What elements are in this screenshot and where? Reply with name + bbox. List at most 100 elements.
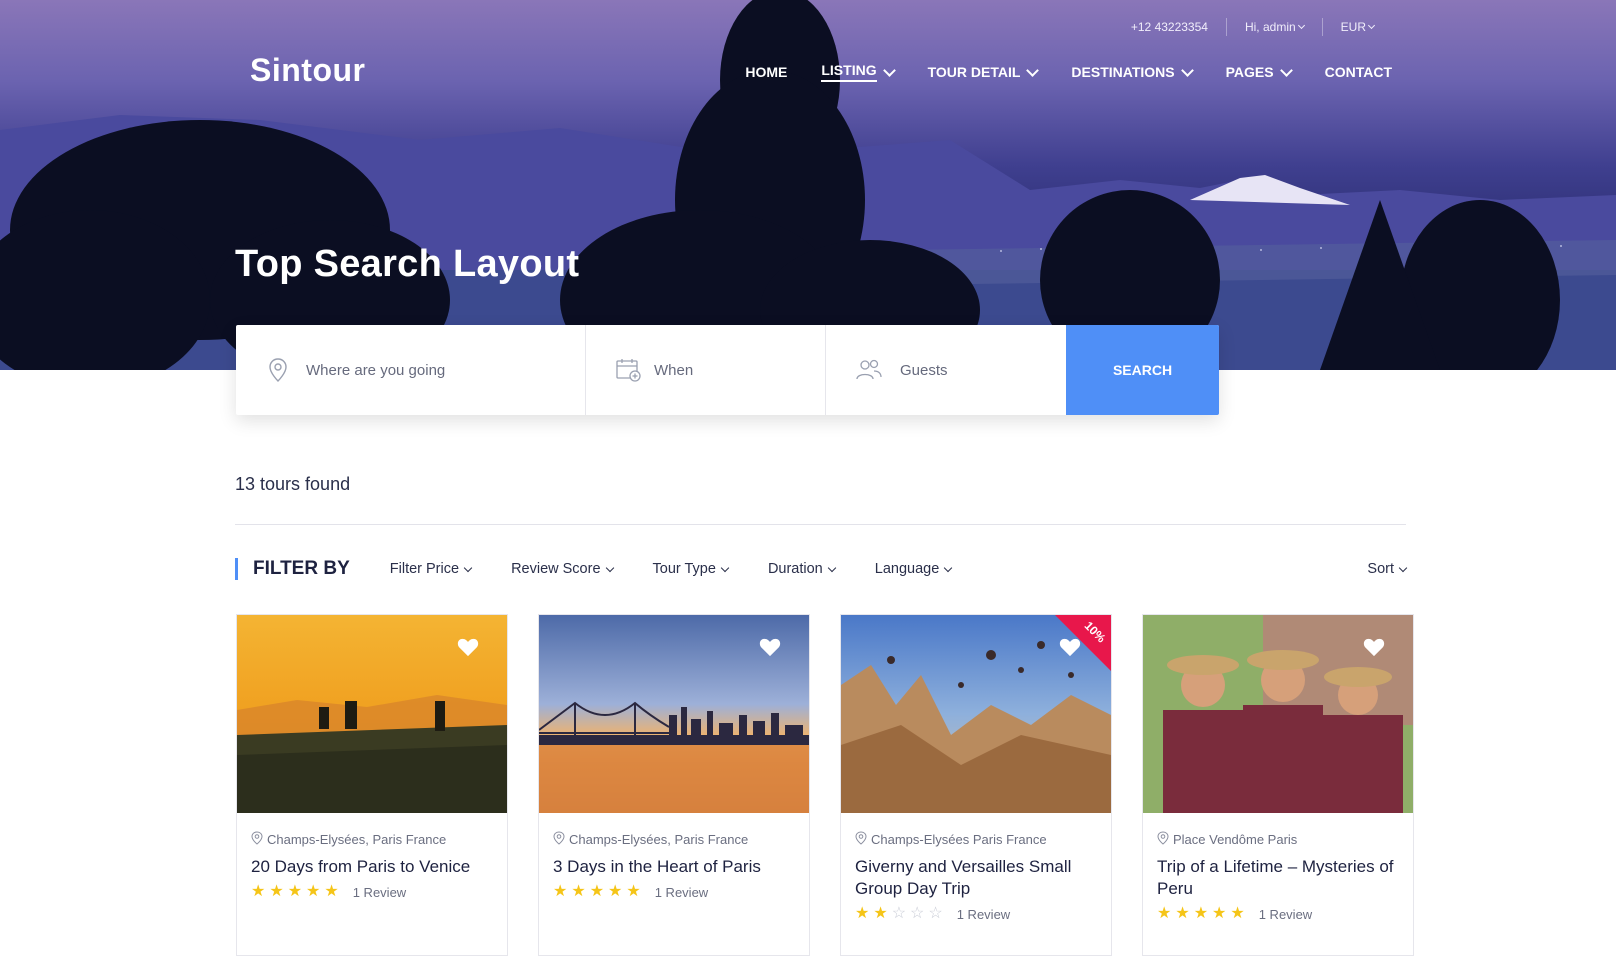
star-icon: ★ [589, 883, 605, 900]
destination-placeholder: Where are you going [306, 361, 446, 379]
star-icon: ★ [608, 883, 623, 900]
date-field[interactable]: When [586, 325, 826, 415]
map-pin-icon [1157, 831, 1169, 848]
chevron-down-icon [1026, 63, 1040, 77]
tour-location: Champs-Elysées, Paris France [553, 831, 809, 848]
star-rating: ★ ★ ☆ ☆ ☆ [855, 906, 943, 922]
tour-location: Champs-Elysées Paris France [855, 831, 1111, 848]
nav-contact[interactable]: CONTACT [1325, 62, 1392, 82]
star-icon: ★ [1157, 905, 1172, 922]
tour-image[interactable] [237, 615, 507, 813]
site-logo[interactable]: Sintour [250, 52, 365, 89]
nav-destinations[interactable]: DESTINATIONS [1071, 62, 1194, 82]
destination-field[interactable]: Where are you going [236, 325, 586, 415]
hero-banner: +12 43223354 Hi, admin EUR Sintour HOME … [0, 0, 1616, 370]
filter-price-dropdown[interactable]: Filter Price [390, 561, 473, 577]
star-icon: ★ [626, 883, 641, 900]
star-icon: ★ [287, 883, 303, 900]
chevron-down-icon [882, 63, 896, 77]
map-pin-icon [855, 831, 867, 848]
heart-icon[interactable] [457, 637, 479, 657]
review-count[interactable]: 1 Review [655, 885, 708, 900]
tour-title[interactable]: 20 Days from Paris to Venice [251, 856, 493, 878]
chevron-down-icon [827, 563, 836, 572]
tour-image[interactable] [539, 615, 809, 813]
tour-title[interactable]: 3 Days in the Heart of Paris [553, 856, 795, 878]
filter-review-score-dropdown[interactable]: Review Score [511, 561, 614, 577]
tour-rating: ★ ★ ☆ ☆ ☆ 1 Review [855, 906, 1111, 922]
phone-number[interactable]: +12 43223354 [1113, 20, 1226, 34]
chevron-down-icon [605, 563, 614, 572]
filter-tour-type-dropdown[interactable]: Tour Type [653, 561, 730, 577]
guests-field[interactable]: Guests [826, 325, 1066, 415]
tour-card[interactable]: Champs-Elysées, Paris France 3 Days in t… [538, 614, 810, 956]
date-placeholder: When [654, 361, 694, 379]
hero-background-image [0, 0, 1616, 370]
guests-placeholder: Guests [900, 361, 948, 379]
map-pin-icon [553, 831, 565, 848]
heart-icon[interactable] [1059, 637, 1081, 657]
filter-language-dropdown[interactable]: Language [875, 561, 953, 577]
tour-card[interactable]: Champs-Elysées, Paris France 20 Days fro… [236, 614, 508, 956]
tour-rating: ★ ★ ★ ★ ★ 1 Review [553, 884, 809, 900]
star-rating: ★ ★ ★ ★ ★ [1157, 906, 1245, 922]
search-bar: Where are you going When Guests SEARCH [236, 325, 1219, 415]
review-count[interactable]: 1 Review [1259, 907, 1312, 922]
nav-home[interactable]: HOME [745, 62, 787, 82]
map-pin-icon [268, 358, 288, 382]
chevron-down-icon [463, 563, 473, 572]
chevron-down-icon [1297, 21, 1305, 30]
users-icon [856, 359, 882, 381]
filter-duration-dropdown[interactable]: Duration [768, 561, 836, 577]
nav-listing[interactable]: LISTING [821, 62, 896, 82]
tour-image[interactable] [1143, 615, 1413, 813]
chevron-down-icon [1367, 21, 1376, 30]
tour-card-list: Champs-Elysées, Paris France 20 Days fro… [236, 614, 1414, 956]
map-pin-icon [251, 831, 263, 848]
user-menu[interactable]: Hi, admin [1227, 20, 1322, 34]
nav-pages[interactable]: PAGES [1226, 62, 1293, 82]
chevron-down-icon [1398, 563, 1408, 572]
currency-selector[interactable]: EUR [1323, 20, 1392, 34]
star-icon: ★ [1193, 905, 1209, 922]
star-icon: ☆ [910, 905, 925, 922]
search-button[interactable]: SEARCH [1066, 325, 1219, 415]
nav-tour-detail[interactable]: TOUR DETAIL [928, 62, 1040, 82]
star-icon: ☆ [928, 905, 943, 922]
tour-card[interactable]: 10% Champs-Elysées Paris France Giverny … [840, 614, 1112, 956]
tour-rating: ★ ★ ★ ★ ★ 1 Review [251, 884, 507, 900]
sort-dropdown[interactable]: Sort [1367, 561, 1408, 577]
filter-bar: FILTER BY Filter Price Review Score Tour… [235, 556, 1408, 582]
star-icon: ★ [571, 883, 586, 900]
filter-by-label: FILTER BY [235, 558, 350, 580]
tour-title[interactable]: Giverny and Versailles Small Group Day T… [855, 856, 1097, 900]
tour-image[interactable]: 10% [841, 615, 1111, 813]
star-icon: ☆ [891, 905, 907, 922]
star-icon: ★ [269, 883, 284, 900]
star-icon: ★ [306, 883, 321, 900]
divider [235, 524, 1406, 525]
tour-location: Place Vendôme Paris [1157, 831, 1413, 848]
page-title: Top Search Layout [235, 243, 580, 285]
review-count[interactable]: 1 Review [957, 907, 1010, 922]
top-bar: +12 43223354 Hi, admin EUR [1113, 18, 1392, 36]
star-rating: ★ ★ ★ ★ ★ [251, 884, 339, 900]
chevron-down-icon [944, 563, 953, 572]
tour-location: Champs-Elysées, Paris France [251, 831, 507, 848]
tour-title[interactable]: Trip of a Lifetime – Mysteries of Peru [1157, 856, 1399, 900]
main-nav: HOME LISTING TOUR DETAIL DESTINATIONS PA… [711, 62, 1392, 82]
calendar-icon [616, 358, 642, 382]
heart-icon[interactable] [1363, 637, 1385, 657]
tour-card[interactable]: Place Vendôme Paris Trip of a Lifetime –… [1142, 614, 1414, 956]
star-icon: ★ [1212, 905, 1227, 922]
star-icon: ★ [1230, 905, 1245, 922]
heart-icon[interactable] [759, 637, 781, 657]
star-rating: ★ ★ ★ ★ ★ [553, 884, 641, 900]
review-count[interactable]: 1 Review [353, 885, 406, 900]
star-icon: ★ [873, 905, 888, 922]
star-icon: ★ [855, 905, 870, 922]
star-icon: ★ [553, 883, 568, 900]
chevron-down-icon [720, 563, 730, 572]
star-icon: ★ [1175, 905, 1190, 922]
star-icon: ★ [251, 883, 266, 900]
